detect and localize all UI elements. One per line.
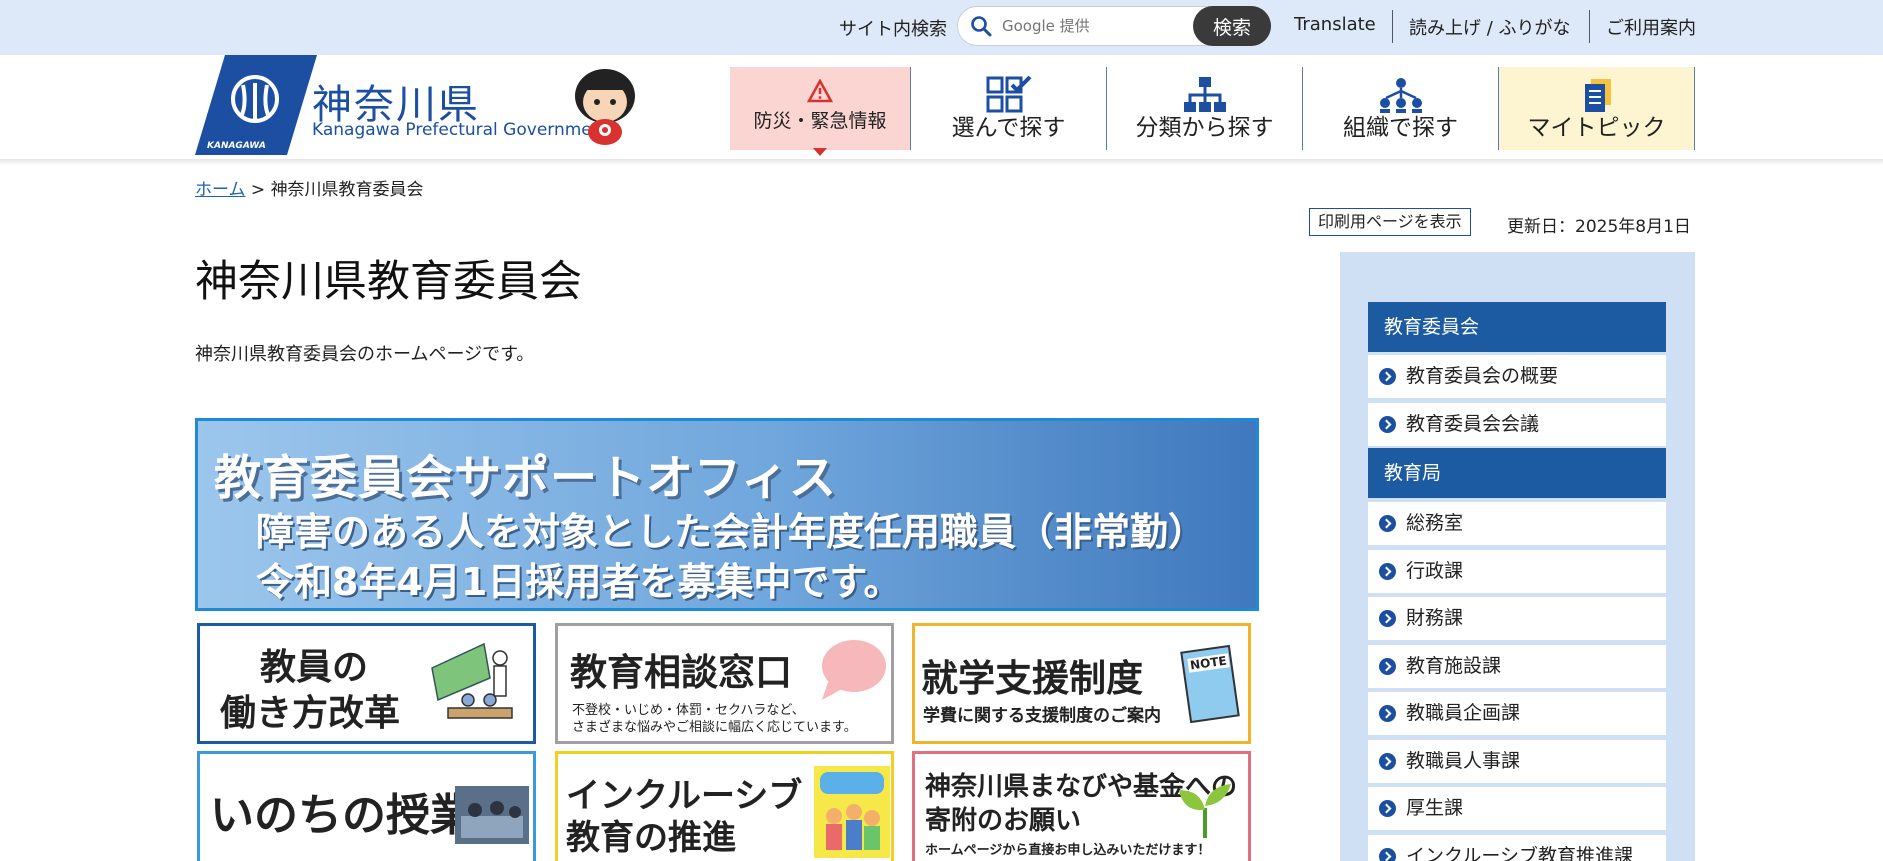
nav-emergency-label: 防災・緊急情報: [753, 110, 887, 132]
page-description: 神奈川県教育委員会のホームページです。: [195, 344, 535, 365]
sidebar-item-label: 厚生課: [1406, 797, 1464, 819]
chevron-right-icon: [1379, 800, 1396, 817]
card-title: いのちの授業: [210, 790, 474, 841]
search-button[interactable]: 検索: [1193, 6, 1271, 46]
mascot-icon: [575, 69, 635, 145]
nav-organization-search[interactable]: 組織で探す: [1303, 67, 1498, 150]
site-search-label: サイト内検索: [839, 19, 947, 40]
sidebar-item-board-overview[interactable]: 教育委員会の概要: [1368, 355, 1666, 398]
utility-bar: サイト内検索 検索 Translate 読み上げ / ふりがな ご利用案内: [0, 0, 1883, 55]
warning-icon: [807, 79, 833, 103]
divider: [1392, 10, 1393, 43]
work-style-reform-card[interactable]: 教員の 働き方改革: [197, 623, 536, 744]
sidebar-item-staff-personnel[interactable]: 教職員人事課: [1368, 740, 1666, 783]
sidebar-item-finance[interactable]: 財務課: [1368, 597, 1666, 640]
sidebar-item-label: 教職員企画課: [1406, 702, 1521, 724]
chevron-right-icon: [1379, 416, 1396, 433]
chevron-down-icon: [813, 148, 827, 156]
sidebar-item-label: 総務室: [1406, 512, 1464, 534]
teacher-illustration-icon: [431, 642, 513, 719]
sidebar-item-label: 教育施設課: [1406, 655, 1502, 677]
logo-name-en: Kanagawa Prefectural Government: [312, 120, 610, 140]
page-title: 神奈川県教育委員会: [195, 257, 582, 307]
read-aloud-link[interactable]: 読み上げ / ふりがな: [1409, 14, 1571, 40]
sidebar-item-administration[interactable]: 行政課: [1368, 550, 1666, 593]
nav-divider: [1694, 67, 1695, 150]
sidebar-item-inclusive-education[interactable]: インクルーシブ教育推進課: [1368, 835, 1666, 861]
search-icon: [971, 16, 992, 37]
kanagawa-mark-icon: [195, 55, 317, 155]
sidebar-item-label: 教育委員会会議: [1406, 413, 1540, 435]
support-office-banner[interactable]: 教育委員会サポートオフィス 障害のある人を対象とした会計年度任用職員（非常勤） …: [195, 418, 1259, 611]
speech-bubble-icon: [822, 640, 886, 700]
chevron-right-icon: [1379, 848, 1396, 861]
sidebar-item-facilities[interactable]: 教育施設課: [1368, 645, 1666, 688]
translate-link[interactable]: Translate: [1294, 14, 1376, 35]
sidebar-item-label: 行政課: [1406, 560, 1464, 582]
sidebar-item-label: インクルーシブ教育推進課: [1406, 845, 1634, 861]
breadcrumb: ホーム > 神奈川県教育委員会: [195, 175, 424, 200]
notebook-label: NOTE: [1187, 653, 1230, 673]
breadcrumb-current: 神奈川県教育委員会: [270, 180, 424, 200]
chevron-right-icon: [1379, 515, 1396, 532]
card-title-line-2: 教育の推進: [566, 818, 736, 858]
nav-my-topic[interactable]: マイトピック: [1499, 67, 1694, 150]
card-subtitle-line-2: さまざまな悩みやご相談に幅広く応じています。: [572, 720, 857, 735]
sidebar-item-welfare[interactable]: 厚生課: [1368, 787, 1666, 830]
updated-date: 更新日：2025年8月1日: [1507, 217, 1691, 237]
chevron-right-icon: [1379, 610, 1396, 627]
chevron-right-icon: [1379, 563, 1396, 580]
sidebar-item-staff-planning[interactable]: 教職員企画課: [1368, 692, 1666, 735]
card-title-line-1: 教員の: [260, 647, 369, 688]
sidebar-heading-board[interactable]: 教育委員会: [1368, 302, 1666, 352]
life-lesson-card[interactable]: いのちの授業: [197, 751, 536, 861]
inclusive-booklet-icon: [814, 766, 890, 858]
sidebar-heading-education-bureau[interactable]: 教育局: [1368, 448, 1666, 498]
card-title-line-2: 働き方改革: [220, 693, 401, 734]
card-title: 教育相談窓口: [570, 651, 792, 694]
search-input[interactable]: [1000, 13, 1194, 39]
print-page-button[interactable]: 印刷用ページを表示: [1309, 208, 1471, 236]
chevron-right-icon: [1379, 368, 1396, 385]
usage-guide-link[interactable]: ご利用案内: [1606, 14, 1696, 40]
card-subtitle: 学費に関する支援制度のご案内: [923, 706, 1161, 726]
nav-emergency[interactable]: 防災・緊急情報: [730, 67, 910, 156]
banner-line-2: 障害のある人を対象とした会計年度任用職員（非常勤）: [256, 510, 1207, 554]
classroom-photo-icon: [455, 786, 529, 844]
nav-my-topic-label: マイトピック: [1527, 115, 1666, 141]
breadcrumb-separator: >: [250, 180, 266, 200]
sidebar-item-label: 財務課: [1406, 607, 1464, 629]
card-title: 就学支援制度: [921, 657, 1143, 700]
nav-category-search-label: 分類から探す: [1135, 115, 1274, 141]
education-consultation-card[interactable]: 教育相談窓口 不登校・いじめ・体罰・セクハラなど、 さまざまな悩みやご相談に幅広…: [555, 623, 894, 744]
card-title-line-2: 寄附のお願い: [925, 806, 1082, 836]
search-box: 検索: [957, 6, 1271, 46]
inclusive-education-card[interactable]: インクルーシブ 教育の推進: [555, 751, 894, 861]
breadcrumb-home-link[interactable]: ホーム: [195, 180, 246, 200]
nav-choose-search-label: 選んで探す: [951, 115, 1066, 141]
chevron-right-icon: [1379, 705, 1396, 722]
chevron-right-icon: [1379, 753, 1396, 770]
card-subtitle: ホームページから直接お申し込みいただけます！: [925, 843, 1211, 858]
sidebar-item-label: 教育委員会の概要: [1406, 365, 1559, 387]
chevron-right-icon: [1379, 658, 1396, 675]
notebook-icon: NOTE: [1180, 644, 1240, 724]
banner-line-1: 教育委員会サポートオフィス: [214, 451, 838, 506]
header-divider: [0, 159, 1883, 165]
banner-line-3: 令和8年4月1日採用者を募集中です。: [256, 560, 902, 604]
nav-choose-search[interactable]: 選んで探す: [911, 67, 1106, 150]
manabiya-fund-card[interactable]: 神奈川県まなびや基金への 寄附のお願い ホームページから直接お申し込みいただけま…: [912, 751, 1251, 861]
school-aid-card[interactable]: 就学支援制度 学費に関する支援制度のご案内 NOTE: [912, 623, 1251, 744]
sidebar-item-general-affairs[interactable]: 総務室: [1368, 502, 1666, 545]
nav-organization-search-label: 組織で探す: [1343, 115, 1458, 141]
sprout-icon: [1179, 784, 1231, 838]
sidebar-item-board-meetings[interactable]: 教育委員会会議: [1368, 403, 1666, 446]
divider: [1589, 10, 1590, 43]
nav-category-search[interactable]: 分類から探す: [1107, 67, 1302, 150]
sidebar-item-label: 教職員人事課: [1406, 750, 1521, 772]
logo-mark-text: KANAGAWA: [207, 141, 266, 151]
